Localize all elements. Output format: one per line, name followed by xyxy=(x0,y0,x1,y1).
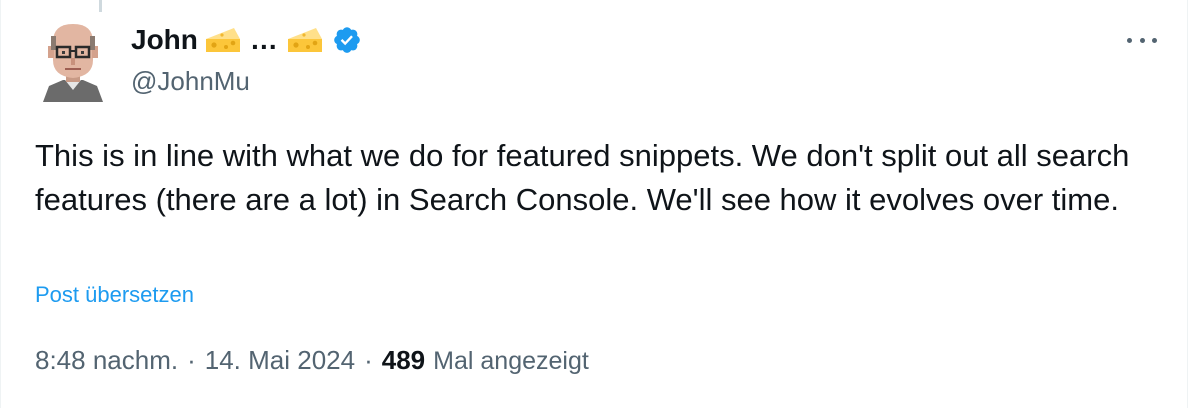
author-handle[interactable]: @JohnMu xyxy=(131,66,362,97)
tweet-card: John … @JohnMu This is in line with what… xyxy=(0,0,1188,408)
avatar[interactable] xyxy=(37,20,109,102)
thread-connector-line xyxy=(99,0,102,12)
tweet-text: This is in line with what we do for feat… xyxy=(35,138,1130,217)
more-dot-icon xyxy=(1152,37,1157,43)
cheese-wedge-icon xyxy=(204,25,242,55)
verified-badge-icon[interactable] xyxy=(332,25,362,55)
author-display-name[interactable]: John xyxy=(131,24,198,56)
tweet-header: John … @JohnMu xyxy=(131,20,362,97)
views-count[interactable]: 489 xyxy=(382,345,425,376)
author-name-row[interactable]: John … xyxy=(131,20,362,60)
tweet-date[interactable]: 14. Mai 2024 xyxy=(205,345,355,376)
more-dot-icon xyxy=(1139,37,1145,43)
name-ellipsis: … xyxy=(249,24,278,55)
cheese-wedge-icon xyxy=(286,25,324,55)
translate-post-link[interactable]: Post übersetzen xyxy=(35,282,194,308)
tweet-meta: 8:48 nachm. · 14. Mai 2024 · 489 Mal ang… xyxy=(35,345,589,376)
more-options-button[interactable] xyxy=(1127,30,1157,50)
more-dot-icon xyxy=(1127,37,1132,43)
views-label: Mal angezeigt xyxy=(433,347,589,375)
meta-separator: · xyxy=(364,345,373,375)
meta-separator: · xyxy=(187,345,196,375)
tweet-time[interactable]: 8:48 nachm. xyxy=(35,345,178,376)
